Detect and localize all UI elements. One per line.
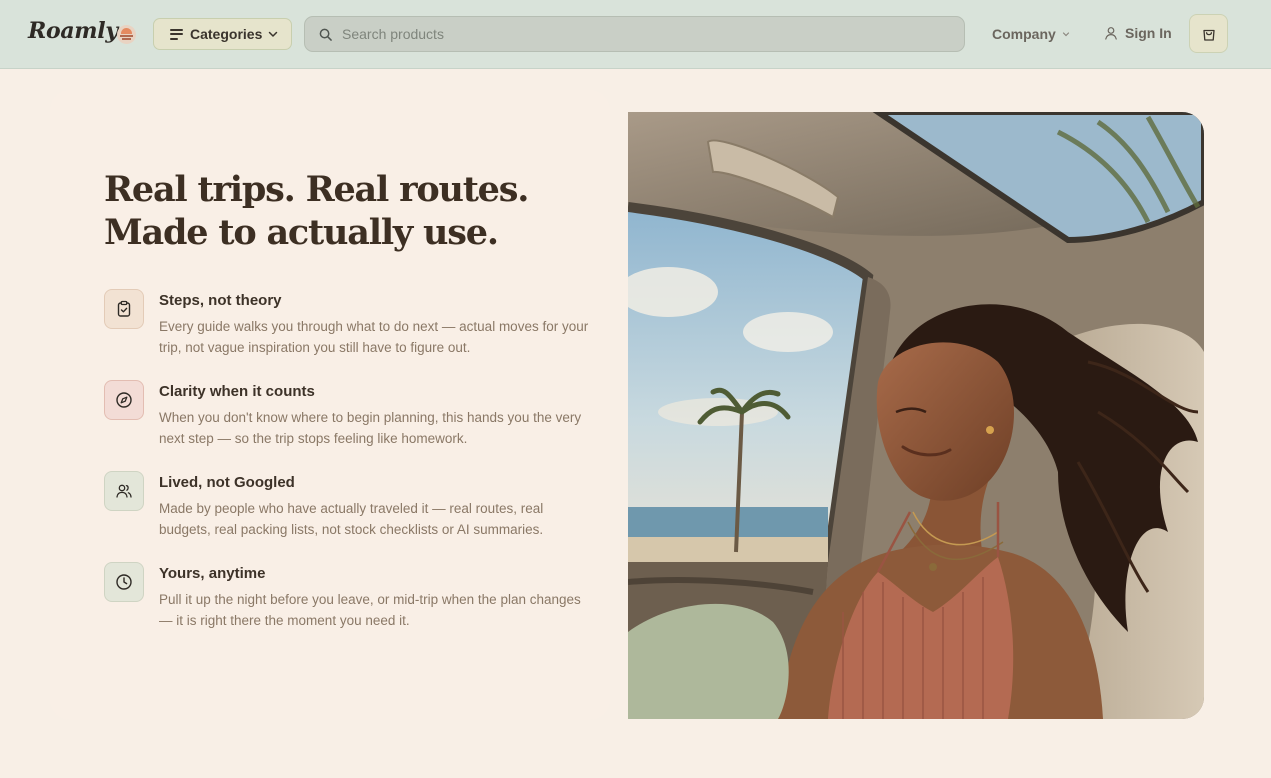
chevron-down-icon (269, 31, 278, 37)
cart-button[interactable] (1189, 14, 1228, 53)
search-icon (319, 28, 332, 41)
user-icon (1105, 27, 1117, 40)
company-label: Company (992, 26, 1056, 42)
feature-title: Clarity when it counts (159, 383, 315, 400)
feature-title: Lived, not Googled (159, 474, 295, 491)
headline-line-1: Real trips. Real routes. (104, 169, 529, 210)
menu-icon (170, 28, 183, 40)
feature-item: Steps, not theory Every guide walks you … (104, 289, 594, 380)
feature-title: Steps, not theory (159, 292, 282, 309)
sign-in-label: Sign In (1125, 25, 1172, 41)
feature-description: Pull it up the night before you leave, o… (159, 592, 581, 628)
feature-description: Every guide walks you through what to do… (159, 319, 589, 355)
company-menu[interactable]: Company (992, 26, 1070, 42)
feature-list: Steps, not theory Every guide walks you … (104, 289, 594, 653)
brand-logo[interactable]: Roamly (28, 18, 118, 44)
categories-button[interactable]: Categories (153, 18, 292, 50)
hero-photo (628, 112, 1204, 719)
feature-item: Clarity when it counts When you don't kn… (104, 380, 594, 471)
clipboard-check-icon (104, 289, 144, 329)
categories-label: Categories (190, 26, 263, 42)
feature-description: When you don't know where to begin plann… (159, 410, 582, 446)
users-icon (104, 471, 144, 511)
top-nav: Roamly Categories Company Sign In (0, 0, 1271, 69)
sunset-logo-icon (117, 25, 136, 44)
feature-description: Made by people who have actually travele… (159, 501, 544, 537)
search-bar (304, 16, 965, 52)
compass-icon (104, 380, 144, 420)
headline-line-2: Made to actually use. (104, 212, 499, 253)
feature-item: Yours, anytime Pull it up the night befo… (104, 562, 594, 653)
feature-item: Lived, not Googled Made by people who ha… (104, 471, 594, 562)
search-input[interactable] (342, 26, 902, 42)
feature-title: Yours, anytime (159, 565, 266, 582)
chevron-down-icon (1062, 32, 1069, 37)
shopping-bag-icon (1202, 29, 1215, 41)
hero-headline: Real trips. Real routes. Made to actuall… (104, 168, 584, 254)
clock-icon (104, 562, 144, 602)
sign-in-link[interactable]: Sign In (1104, 25, 1172, 41)
